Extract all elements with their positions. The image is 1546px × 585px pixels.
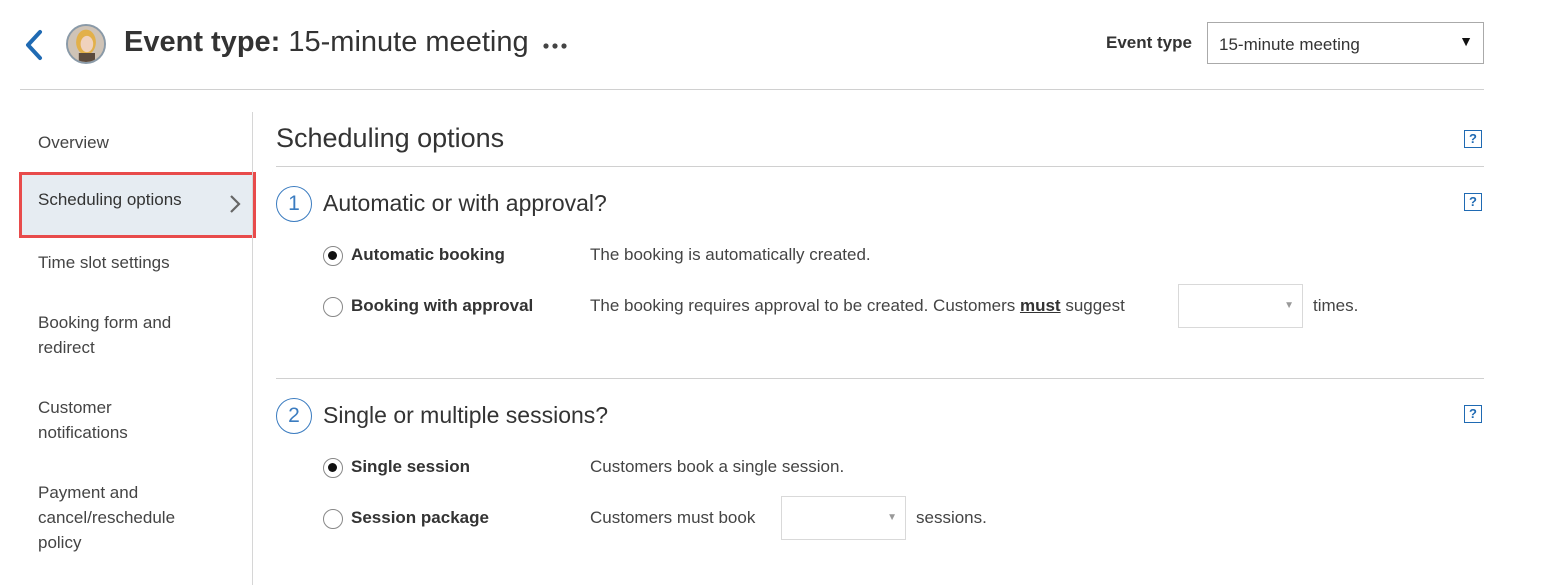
radio-booking-with-approval[interactable]: [323, 297, 343, 317]
option-label-automatic-booking[interactable]: Automatic booking: [351, 245, 505, 265]
page-title-prefix: Event type:: [124, 26, 281, 58]
step-number-2: 2: [276, 398, 312, 434]
page-title-value: 15-minute meeting: [288, 26, 529, 58]
dropdown-caret-icon: ▼: [1459, 33, 1473, 49]
section-divider: [276, 166, 1484, 167]
more-options-icon[interactable]: [540, 34, 570, 58]
option-label-booking-with-approval[interactable]: Booking with approval: [351, 296, 533, 316]
avatar: [66, 24, 106, 64]
radio-automatic-booking[interactable]: [323, 246, 343, 266]
step-title-sessions: Single or multiple sessions?: [323, 402, 609, 428]
sidebar-item-label: Scheduling options: [38, 190, 182, 209]
option-desc-automatic-booking: The booking is automatically created.: [590, 245, 871, 264]
help-icon[interactable]: ?: [1464, 130, 1482, 148]
desc-text: suggest: [1060, 296, 1125, 315]
sidebar-item-booking-form[interactable]: Booking form and redirect: [38, 310, 208, 360]
sidebar-item-overview[interactable]: Overview: [38, 130, 238, 155]
event-type-select[interactable]: 15-minute meeting ▼: [1207, 22, 1484, 64]
option-label-session-package[interactable]: Session package: [351, 508, 489, 528]
dropdown-caret-icon: ▼: [887, 512, 897, 523]
sidebar-item-customer-notifications[interactable]: Customer notifications: [38, 395, 168, 445]
section-divider: [276, 378, 1484, 379]
header-divider: [20, 89, 1484, 90]
option-desc-session-package: Customers must book: [590, 508, 756, 527]
sidebar-item-payment-policy[interactable]: Payment and cancel/reschedule policy: [38, 480, 208, 555]
section-title: Scheduling options: [276, 123, 505, 153]
session-count-select[interactable]: ▼: [781, 496, 906, 540]
sidebar-item-scheduling-options[interactable]: Scheduling options: [19, 172, 256, 238]
help-icon[interactable]: ?: [1464, 405, 1482, 423]
sidebar-item-time-slot-settings[interactable]: Time slot settings: [38, 250, 238, 275]
event-type-selected-value: 15-minute meeting: [1219, 35, 1360, 54]
help-icon[interactable]: ?: [1464, 193, 1482, 211]
back-arrow-icon[interactable]: [20, 28, 50, 62]
option-desc-single-session: Customers book a single session.: [590, 457, 845, 476]
chevron-right-icon: [230, 195, 241, 213]
radio-session-package[interactable]: [323, 509, 343, 529]
desc-emphasis: must: [1019, 296, 1061, 315]
option-desc-times-suffix: times.: [1313, 296, 1359, 315]
desc-text: The booking requires approval to be crea…: [590, 296, 1020, 315]
suggested-times-select[interactable]: ▼: [1178, 284, 1303, 328]
radio-single-session[interactable]: [323, 458, 343, 478]
step-title-approval: Automatic or with approval?: [323, 190, 607, 216]
option-label-single-session[interactable]: Single session: [351, 457, 470, 477]
dropdown-caret-icon: ▼: [1284, 300, 1294, 311]
event-type-label: Event type: [1106, 33, 1192, 52]
sidebar-divider: [252, 112, 253, 585]
option-desc-sessions-suffix: sessions.: [916, 508, 987, 527]
avatar-image: [68, 26, 104, 62]
step-number-1: 1: [276, 186, 312, 222]
option-desc-booking-with-approval: The booking requires approval to be crea…: [590, 296, 1125, 316]
page-title: Event type: 15-minute meeting: [124, 26, 529, 59]
